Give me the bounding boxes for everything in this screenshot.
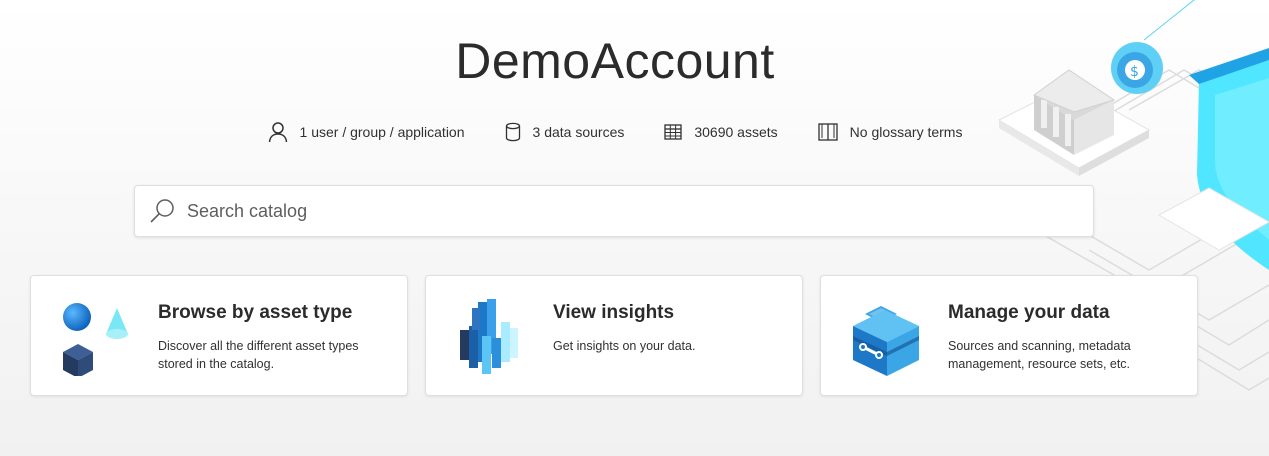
book-icon [818, 123, 838, 141]
search-input[interactable] [185, 199, 1093, 223]
stat-glossary: No glossary terms [818, 121, 963, 143]
stat-glossary-label: No glossary terms [849, 124, 963, 140]
toolbox-icon [853, 306, 919, 376]
card-description: Discover all the different asset types s… [158, 339, 359, 371]
view-insights-card[interactable]: View insights Get insights on your data. [425, 275, 803, 396]
search-icon [150, 199, 174, 223]
person-icon [268, 122, 287, 143]
stat-users-label: 1 user / group / application [299, 124, 465, 140]
stat-users: 1 user / group / application [268, 121, 465, 143]
manage-your-data-card[interactable]: Manage your data Sources and scanning, m… [820, 275, 1198, 396]
card-description: Get insights on your data. [553, 339, 696, 353]
stat-assets-label: 30690 assets [694, 124, 778, 140]
database-icon [505, 122, 520, 142]
card-title: Manage your data [948, 302, 1110, 323]
stat-assets: 30690 assets [664, 121, 778, 143]
account-stats: 1 user / group / application 3 data sour… [0, 121, 1230, 143]
shapes-icon [63, 303, 128, 376]
page-title: DemoAccount [455, 33, 775, 89]
card-description: Sources and scanning, metadata managemen… [948, 339, 1131, 371]
browse-by-asset-type-card[interactable]: Browse by asset type Discover all the di… [30, 275, 408, 396]
card-title: View insights [553, 302, 675, 323]
search-box[interactable] [134, 185, 1094, 237]
card-title: Browse by asset type [158, 302, 353, 323]
stat-data-sources: 3 data sources [505, 121, 625, 143]
stat-data-sources-label: 3 data sources [532, 124, 625, 140]
table-icon [664, 124, 683, 140]
bar-chart-icon [460, 299, 518, 374]
